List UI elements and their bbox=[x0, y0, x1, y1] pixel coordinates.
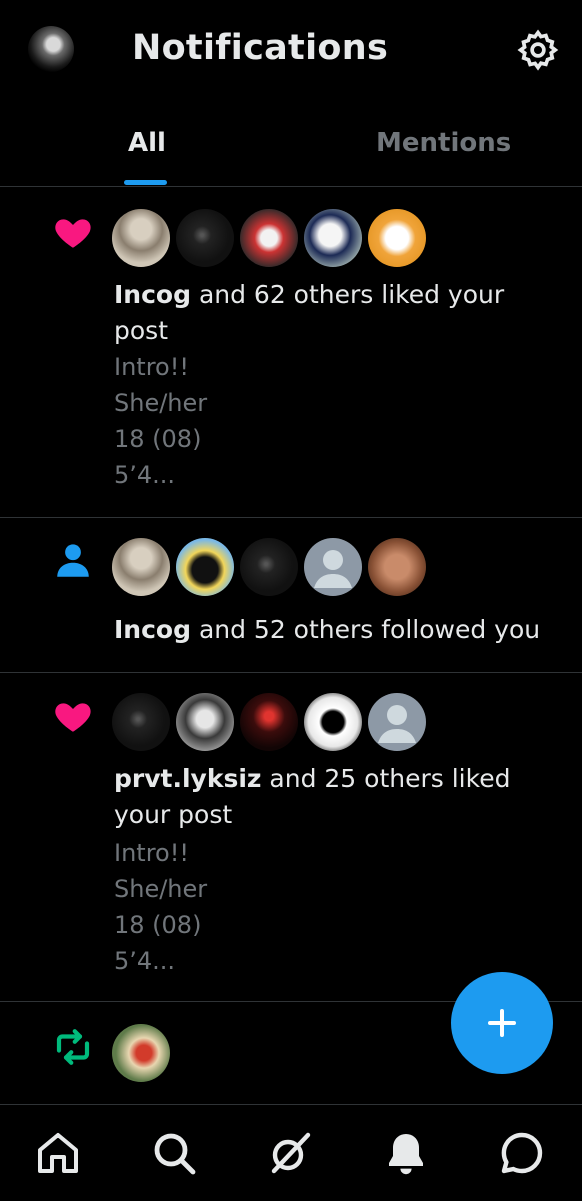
avatar[interactable] bbox=[176, 693, 234, 751]
preview-line: 5’4... bbox=[114, 461, 176, 489]
avatar[interactable] bbox=[304, 538, 362, 596]
tab-bar: All Mentions bbox=[0, 118, 582, 187]
preview-line: 18 (08) bbox=[114, 911, 202, 939]
avatar[interactable] bbox=[240, 538, 298, 596]
preview-line: 5’4... bbox=[114, 947, 176, 975]
compose-button[interactable] bbox=[451, 972, 553, 1074]
avatar[interactable] bbox=[176, 538, 234, 596]
preview-line: She/her bbox=[114, 389, 208, 417]
preview-line: She/her bbox=[114, 875, 208, 903]
avatar[interactable] bbox=[112, 1024, 170, 1082]
notification-item[interactable]: Incog and 62 others liked your post Intr… bbox=[0, 187, 582, 518]
person-icon bbox=[57, 544, 89, 577]
avatar[interactable] bbox=[368, 693, 426, 751]
heart-icon bbox=[55, 703, 91, 732]
avatar[interactable] bbox=[176, 209, 234, 267]
avatar[interactable] bbox=[112, 693, 170, 751]
post-preview: Intro!! She/her 18 (08) 5’4... bbox=[114, 349, 207, 493]
notification-text: prvt.lyksiz and 25 others liked your pos… bbox=[114, 761, 554, 833]
avatar[interactable] bbox=[112, 538, 170, 596]
profile-avatar[interactable] bbox=[28, 26, 74, 72]
notification-item[interactable]: Incog and 52 others followed you bbox=[0, 518, 582, 673]
avatar[interactable] bbox=[304, 209, 362, 267]
header: Notifications bbox=[0, 0, 582, 100]
avatar[interactable] bbox=[368, 538, 426, 596]
notification-message: and 52 others followed you bbox=[191, 615, 541, 644]
plus-icon bbox=[488, 1009, 516, 1037]
tab-mentions[interactable]: Mentions bbox=[376, 128, 511, 158]
avatar[interactable] bbox=[112, 209, 170, 267]
avatar[interactable] bbox=[368, 209, 426, 267]
avatar[interactable] bbox=[304, 693, 362, 751]
preview-line: 18 (08) bbox=[114, 425, 202, 453]
tab-all[interactable]: All bbox=[128, 128, 166, 158]
bottom-navigation bbox=[0, 1104, 582, 1201]
messages-icon[interactable] bbox=[498, 1129, 546, 1177]
actor-name[interactable]: prvt.lyksiz bbox=[114, 764, 261, 793]
actor-name[interactable]: Incog bbox=[114, 615, 191, 644]
post-preview: Intro!! She/her 18 (08) 5’4... bbox=[114, 835, 207, 979]
active-tab-indicator bbox=[124, 180, 167, 185]
search-icon[interactable] bbox=[150, 1129, 198, 1177]
gear-icon[interactable] bbox=[516, 28, 560, 72]
actor-name[interactable]: Incog bbox=[114, 280, 191, 309]
notification-text: Incog and 62 others liked your post bbox=[114, 277, 554, 349]
grok-icon[interactable] bbox=[266, 1129, 314, 1177]
preview-line: Intro!! bbox=[114, 353, 189, 381]
bell-icon[interactable] bbox=[382, 1129, 430, 1177]
page-title: Notifications bbox=[132, 28, 389, 68]
home-icon[interactable] bbox=[34, 1129, 82, 1177]
notification-item[interactable]: prvt.lyksiz and 25 others liked your pos… bbox=[0, 673, 582, 1002]
notification-text: Incog and 52 others followed you bbox=[114, 612, 554, 648]
avatar[interactable] bbox=[240, 693, 298, 751]
avatar[interactable] bbox=[240, 209, 298, 267]
preview-line: Intro!! bbox=[114, 839, 189, 867]
heart-icon bbox=[55, 219, 91, 248]
repost-icon bbox=[56, 1029, 90, 1065]
